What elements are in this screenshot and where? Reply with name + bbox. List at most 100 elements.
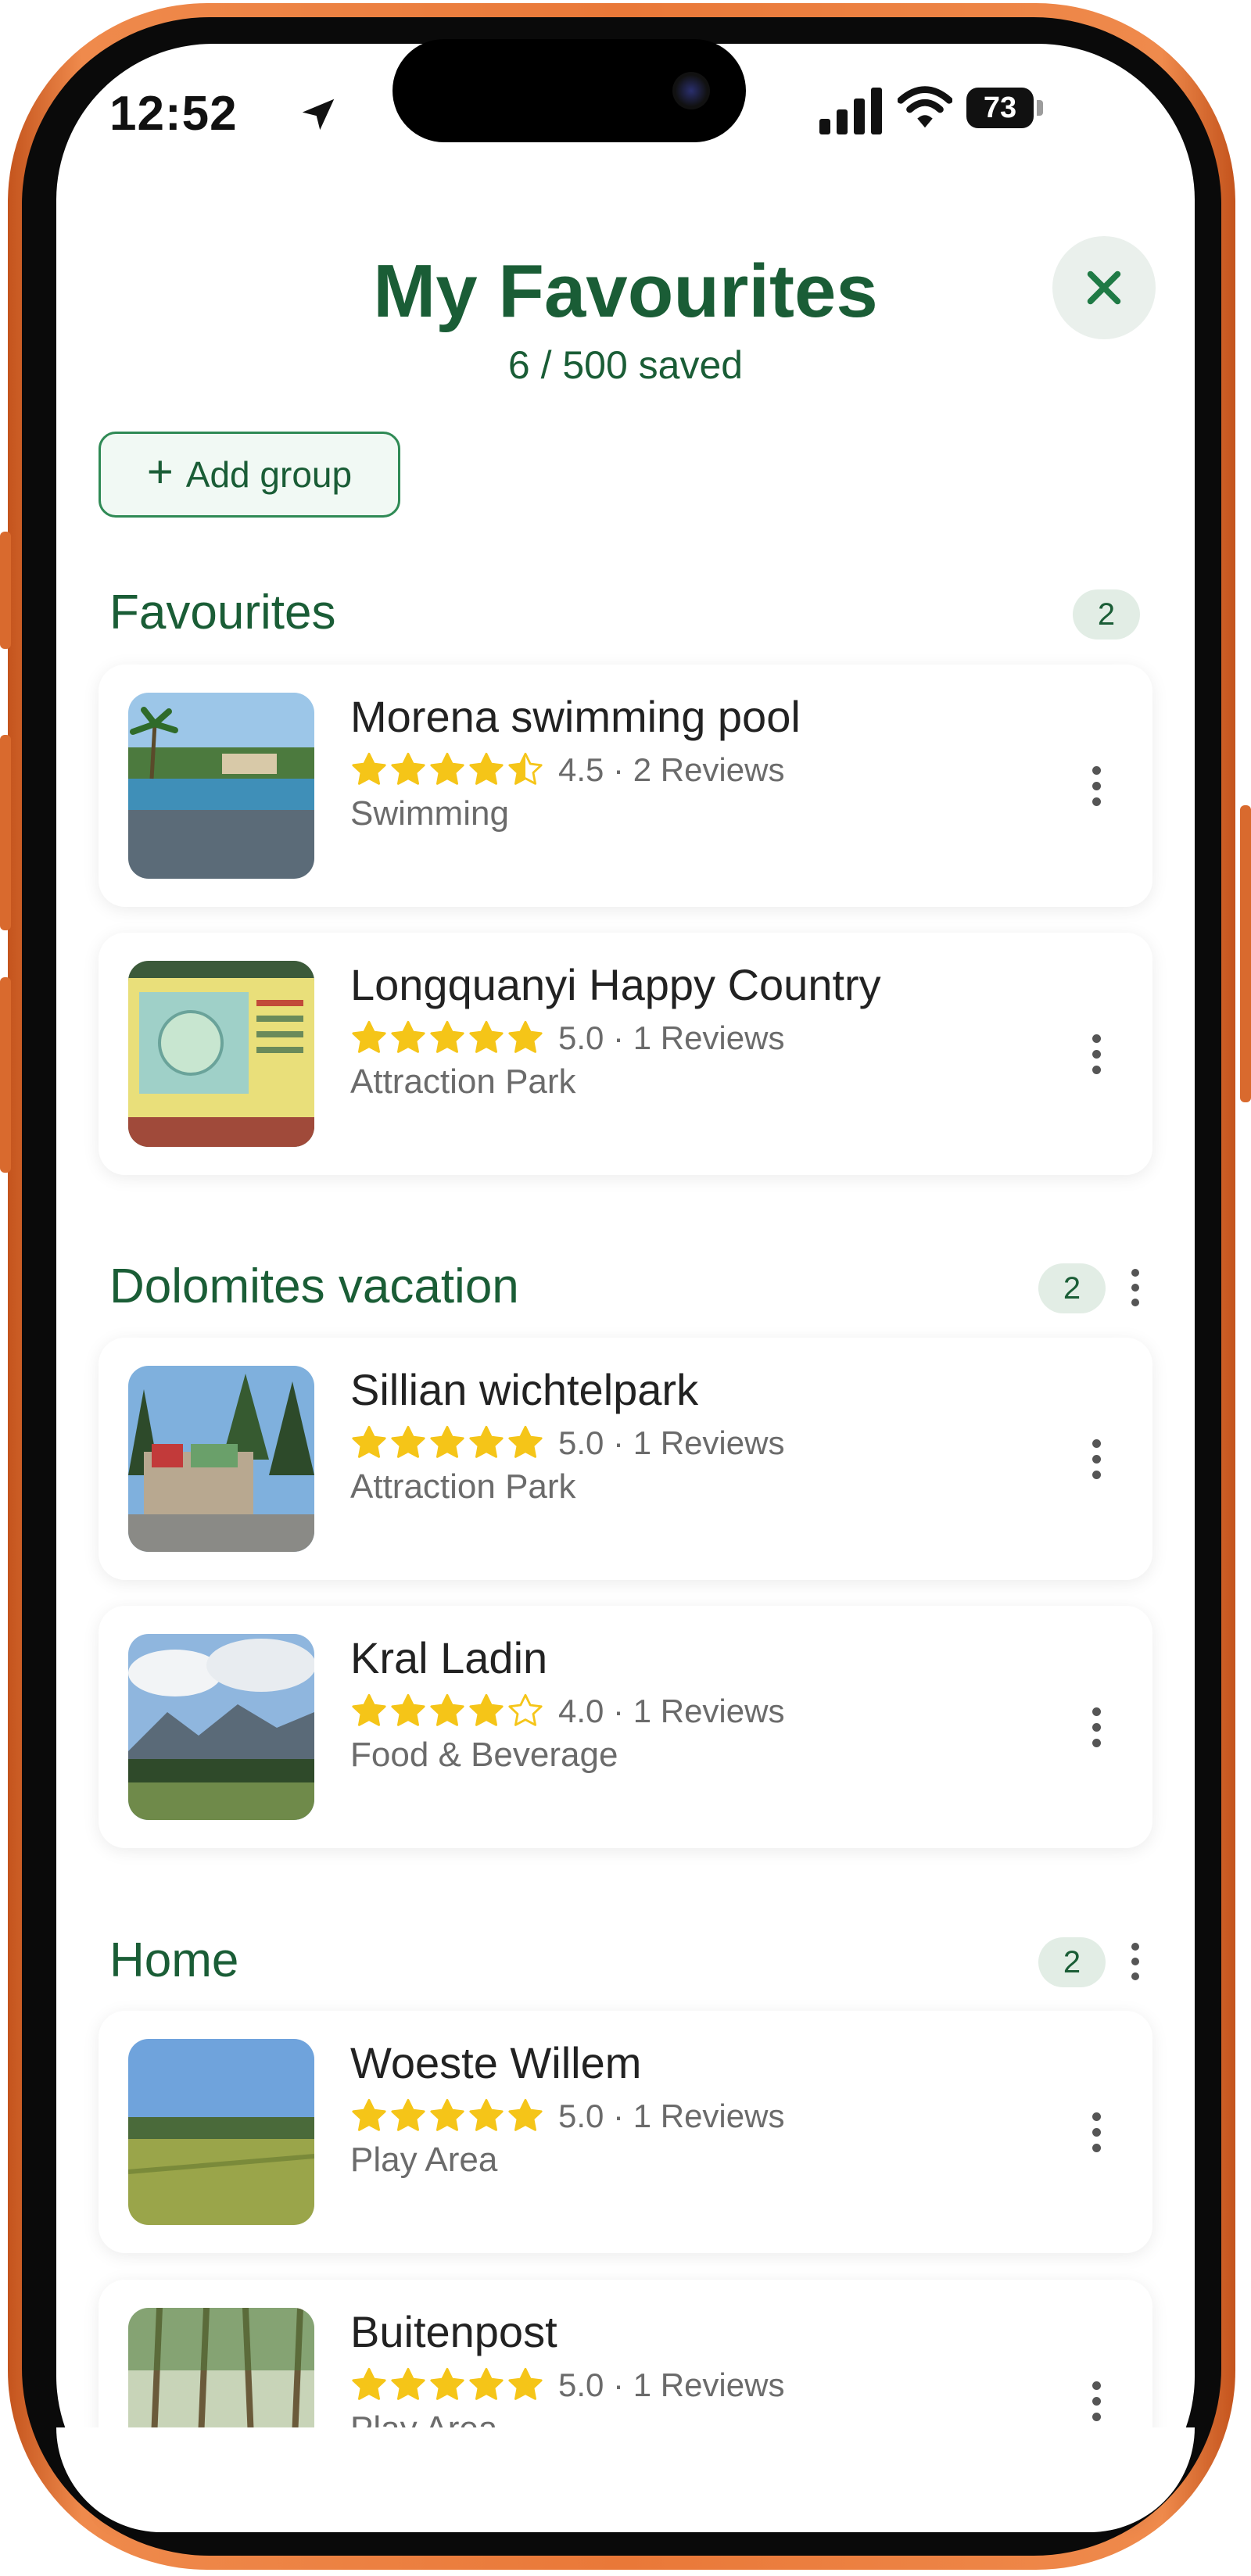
place-category: Attraction Park <box>350 1467 576 1506</box>
star-icon <box>469 1020 504 1053</box>
place-category: Attraction Park <box>350 1062 576 1101</box>
star-icon <box>391 752 425 785</box>
star-rating <box>350 1693 546 1730</box>
star-icon <box>508 1693 543 1726</box>
volume-down-button <box>0 977 11 1173</box>
star-icon <box>508 2367 543 2400</box>
group-count-badge: 2 <box>1073 589 1140 640</box>
star-icon <box>430 752 464 785</box>
wifi-icon <box>898 86 952 128</box>
rating-row: 4.5 · 2 Reviews <box>350 749 784 791</box>
place-name: Woeste Willem <box>350 2038 642 2087</box>
place-category: Food & Beverage <box>350 1736 618 1774</box>
plus-icon: + <box>146 446 174 497</box>
rating-text: 4.5 · 2 Reviews <box>558 751 785 788</box>
dynamic-island <box>393 39 746 142</box>
battery-indicator: 73 <box>966 88 1034 128</box>
place-name: Morena swimming pool <box>350 692 801 741</box>
star-icon <box>391 1425 425 1458</box>
place-photo <box>128 1634 314 1820</box>
add-group-label: Add group <box>185 454 353 495</box>
star-icon <box>430 1693 464 1726</box>
star-icon <box>469 752 504 785</box>
star-icon <box>508 1020 543 1053</box>
group-options-icon[interactable] <box>1120 1260 1151 1315</box>
group-options-icon[interactable] <box>1120 1934 1151 1989</box>
favourite-card[interactable]: Woeste Willem 5.0 · 1 Reviews Play Area <box>99 2011 1152 2253</box>
star-icon <box>469 1693 504 1726</box>
star-icon <box>352 1693 386 1726</box>
star-icon <box>391 2367 425 2400</box>
more-options-icon[interactable] <box>1079 758 1113 813</box>
star-icon <box>430 2367 464 2400</box>
place-name: Longquanyi Happy Country <box>350 960 881 1009</box>
saved-count: 6 / 500 saved <box>507 343 744 387</box>
close-icon <box>1087 270 1121 305</box>
add-group-button[interactable]: + Add group <box>99 432 400 518</box>
power-button <box>1240 805 1251 1102</box>
camera-icon <box>672 72 710 109</box>
place-category: Play Area <box>350 2141 498 2179</box>
favourite-card[interactable]: Sillian wichtelpark 5.0 · 1 Reviews Attr… <box>99 1338 1152 1580</box>
close-button[interactable] <box>1052 236 1156 339</box>
rating-text: 4.0 · 1 Reviews <box>558 1693 785 1729</box>
star-rating <box>350 2366 546 2404</box>
star-icon <box>469 2098 504 2131</box>
place-name: Sillian wichtelpark <box>350 1365 699 1414</box>
location-arrow-icon <box>302 99 335 131</box>
star-icon <box>508 752 543 785</box>
star-icon <box>352 752 386 785</box>
group-count-badge: 2 <box>1038 1937 1106 1987</box>
rating-text: 5.0 · 1 Reviews <box>558 2366 785 2403</box>
rating-row: 5.0 · 1 Reviews <box>350 2364 784 2406</box>
place-name: Kral Ladin <box>350 1633 548 1682</box>
cellular-signal-icon <box>819 88 882 134</box>
star-icon <box>391 1020 425 1053</box>
place-photo <box>128 961 314 1147</box>
star-icon <box>352 2098 386 2131</box>
star-icon <box>469 2367 504 2400</box>
rating-row: 5.0 · 1 Reviews <box>350 2095 784 2137</box>
more-options-icon[interactable] <box>1079 1026 1113 1081</box>
rating-row: 5.0 · 1 Reviews <box>350 1017 784 1059</box>
group-title-dolomites: Dolomites vacation <box>109 1259 519 1313</box>
star-rating <box>350 1424 546 1462</box>
rating-text: 5.0 · 1 Reviews <box>558 2098 785 2134</box>
more-options-icon[interactable] <box>1079 2374 1113 2428</box>
place-name: Buitenpost <box>350 2307 557 2356</box>
rating-row: 4.0 · 1 Reviews <box>350 1690 784 1732</box>
more-options-icon[interactable] <box>1079 1700 1113 1754</box>
star-icon <box>352 1425 386 1458</box>
star-icon <box>430 1425 464 1458</box>
rating-text: 5.0 · 1 Reviews <box>558 1424 785 1461</box>
rating-row: 5.0 · 1 Reviews <box>350 1422 784 1464</box>
star-icon <box>469 1425 504 1458</box>
place-photo <box>128 693 314 879</box>
favourite-card[interactable]: Longquanyi Happy Country 5.0 · 1 Reviews… <box>99 933 1152 1175</box>
star-icon <box>391 1693 425 1726</box>
status-time: 12:52 <box>109 87 238 141</box>
group-title-favourites: Favourites <box>109 586 336 640</box>
place-photo <box>128 2039 314 2225</box>
star-icon <box>391 2098 425 2131</box>
place-category: Swimming <box>350 794 509 833</box>
star-icon <box>352 1020 386 1053</box>
star-icon <box>430 1020 464 1053</box>
more-options-icon[interactable] <box>1079 1431 1113 1486</box>
battery-nub <box>1037 100 1043 116</box>
favourite-card[interactable]: Kral Ladin 4.0 · 1 Reviews Food & Bevera… <box>99 1606 1152 1848</box>
group-title-home: Home <box>109 1933 239 1987</box>
star-rating <box>350 2098 546 2135</box>
volume-up-button <box>0 735 11 930</box>
more-options-icon[interactable] <box>1079 2105 1113 2159</box>
screen-bottom-edge <box>56 2427 1195 2532</box>
star-icon <box>508 1425 543 1458</box>
favourite-card[interactable]: Morena swimming pool 4.5 · 2 Reviews Swi… <box>99 665 1152 907</box>
action-button <box>0 532 11 649</box>
star-icon <box>352 2367 386 2400</box>
star-rating <box>350 1019 546 1057</box>
star-icon <box>430 2098 464 2131</box>
place-photo <box>128 1366 314 1552</box>
star-icon <box>508 2098 543 2131</box>
star-rating <box>350 751 546 789</box>
